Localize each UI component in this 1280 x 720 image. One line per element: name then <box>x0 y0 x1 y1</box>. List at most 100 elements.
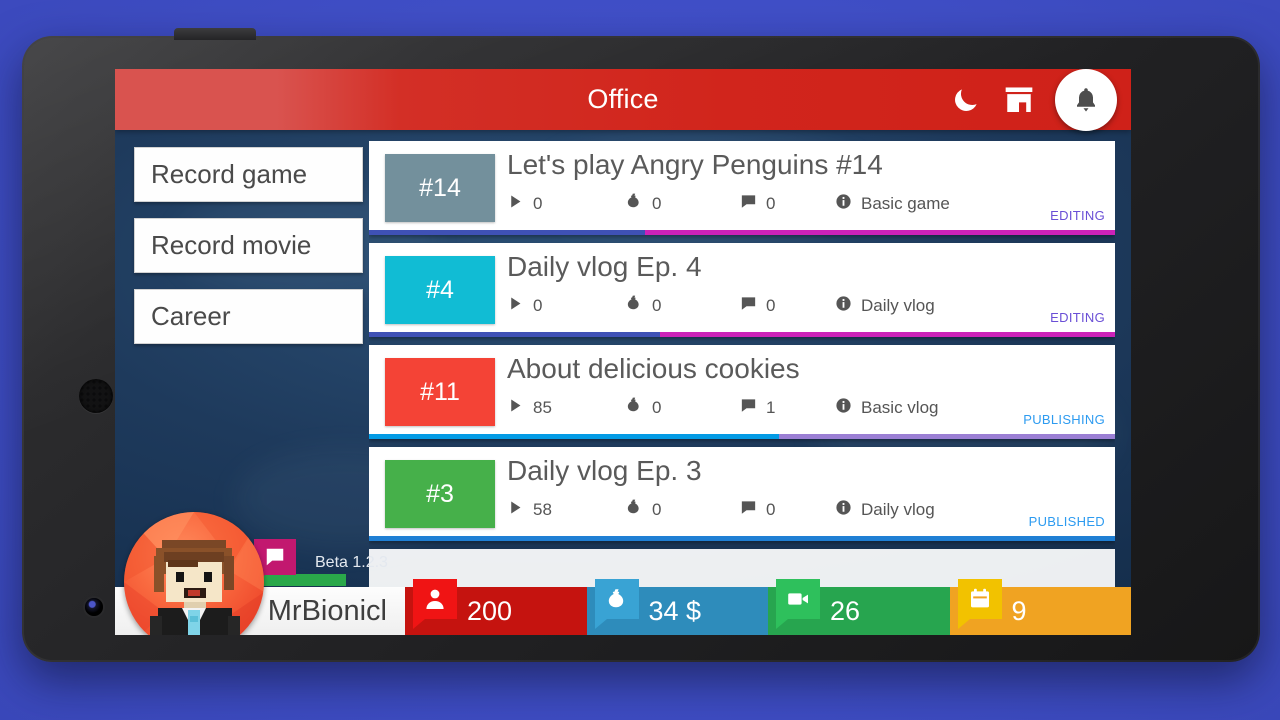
plays-value: 58 <box>533 499 552 519</box>
comments-value: 0 <box>766 499 776 519</box>
video-title: Daily vlog Ep. 4 <box>507 251 702 282</box>
resource-stat[interactable]: 9 <box>949 579 1131 635</box>
video-stats: 0 0 0 Daily vlog <box>507 294 935 317</box>
stat-money: 0 <box>625 294 740 317</box>
menu-item-career[interactable]: Career <box>134 289 363 344</box>
video-type: Basic vlog <box>861 397 939 417</box>
video-title: About delicious cookies <box>507 353 800 384</box>
resource-stat[interactable]: 200 <box>405 579 587 635</box>
info-icon <box>835 499 861 521</box>
video-title: Let's play Angry Penguins #14 <box>507 149 883 180</box>
stat-comments: 0 <box>740 295 835 317</box>
video-number: #11 <box>420 377 460 406</box>
menu-item-label: Career <box>151 301 231 331</box>
avatar[interactable] <box>124 512 264 635</box>
comment-icon <box>740 397 766 419</box>
info-icon <box>835 193 861 215</box>
money-value: 0 <box>652 295 662 315</box>
moon-icon[interactable] <box>947 81 985 119</box>
status-badge: EDITING <box>1050 208 1105 223</box>
moneybag-icon <box>625 396 652 419</box>
store-icon[interactable] <box>1000 81 1038 119</box>
video-number: #3 <box>426 479 454 508</box>
video-type: Daily vlog <box>861 295 935 315</box>
stat-money: 0 <box>625 498 740 521</box>
play-icon <box>507 499 533 521</box>
status-badge: PUBLISHED <box>1028 514 1105 529</box>
progress-fill <box>369 332 660 337</box>
camera-icon <box>776 579 820 629</box>
play-icon <box>507 397 533 419</box>
tablet-device: Office Record game Record movie Career #… <box>22 28 1260 662</box>
menu-item-label: Record movie <box>151 230 312 260</box>
video-progress-bar <box>369 434 1115 439</box>
menu-item-label: Record game <box>151 159 308 189</box>
comments-value: 0 <box>766 295 776 315</box>
comments-value: 0 <box>766 193 776 213</box>
video-title: Daily vlog Ep. 3 <box>507 455 702 486</box>
resource-segments: 200 34 $ 26 9 <box>405 579 1131 635</box>
progress-fill <box>369 230 646 235</box>
comment-icon <box>740 295 766 317</box>
video-thumbnail[interactable]: #11 <box>385 358 495 426</box>
video-list[interactable]: #14 Let's play Angry Penguins #14 0 0 0 … <box>369 141 1115 635</box>
video-type: Basic game <box>861 193 950 213</box>
comment-icon <box>740 499 766 521</box>
stat-plays: 85 <box>507 397 625 419</box>
app-bar-actions <box>947 69 1117 131</box>
notifications-button[interactable] <box>1055 69 1117 131</box>
stat-type: Daily vlog <box>835 295 935 317</box>
menu-item-record-movie[interactable]: Record movie <box>134 218 363 273</box>
money-value: 0 <box>652 193 662 213</box>
stat-comments: 0 <box>740 193 835 215</box>
comment-icon <box>740 193 766 215</box>
info-icon <box>835 295 861 317</box>
resource-stat[interactable]: 34 $ <box>586 579 768 635</box>
resource-value: 34 $ <box>648 595 702 626</box>
stat-comments: 0 <box>740 499 835 521</box>
calendar-icon <box>957 579 1002 629</box>
status-badge: PUBLISHING <box>1023 412 1105 427</box>
status-badge: EDITING <box>1050 310 1105 325</box>
green-progress-strip <box>254 574 346 586</box>
video-card[interactable]: #4 Daily vlog Ep. 4 0 0 0 Daily vlog EDI… <box>369 243 1115 337</box>
video-stats: 85 0 1 Basic vlog <box>507 396 938 419</box>
menu-item-record-game[interactable]: Record game <box>134 147 363 202</box>
moneybag-icon <box>625 294 652 317</box>
video-card[interactable]: #11 About delicious cookies 85 0 1 Basic… <box>369 345 1115 439</box>
plays-value: 85 <box>533 397 552 417</box>
video-type: Daily vlog <box>861 499 935 519</box>
money-value: 0 <box>652 499 662 519</box>
video-progress-bar <box>369 332 1115 337</box>
video-progress-bar <box>369 536 1115 541</box>
stat-plays: 0 <box>507 193 625 215</box>
stat-comments: 1 <box>740 397 835 419</box>
person-icon <box>413 579 457 629</box>
resource-value: 9 <box>1011 595 1027 626</box>
resource-stat[interactable]: 26 <box>768 579 950 635</box>
app-bar: Office <box>115 69 1131 131</box>
moneybag-icon <box>594 579 639 629</box>
video-thumbnail[interactable]: #14 <box>385 154 495 222</box>
info-icon <box>835 397 861 419</box>
side-menu: Record game Record movie Career <box>134 147 363 360</box>
resource-value: 26 <box>830 595 861 626</box>
power-button[interactable] <box>174 28 256 40</box>
play-icon <box>507 193 533 215</box>
video-card[interactable]: #3 Daily vlog Ep. 3 58 0 0 Daily vlog PU… <box>369 447 1115 541</box>
stat-type: Basic game <box>835 193 950 215</box>
stat-type: Basic vlog <box>835 397 938 419</box>
resource-bar: MrBionicl 200 34 $ 26 9 <box>115 579 1131 635</box>
video-card[interactable]: #14 Let's play Angry Penguins #14 0 0 0 … <box>369 141 1115 235</box>
plays-value: 0 <box>533 295 543 315</box>
video-stats: 0 0 0 Basic game <box>507 192 950 215</box>
progress-remainder <box>659 332 1115 337</box>
stat-plays: 0 <box>507 295 625 317</box>
stat-type: Daily vlog <box>835 499 935 521</box>
front-camera-icon <box>85 598 103 616</box>
video-thumbnail[interactable]: #4 <box>385 256 495 324</box>
player-name: MrBionicl <box>267 594 387 627</box>
play-icon <box>507 295 533 317</box>
stat-money: 0 <box>625 396 740 419</box>
video-thumbnail[interactable]: #3 <box>385 460 495 528</box>
